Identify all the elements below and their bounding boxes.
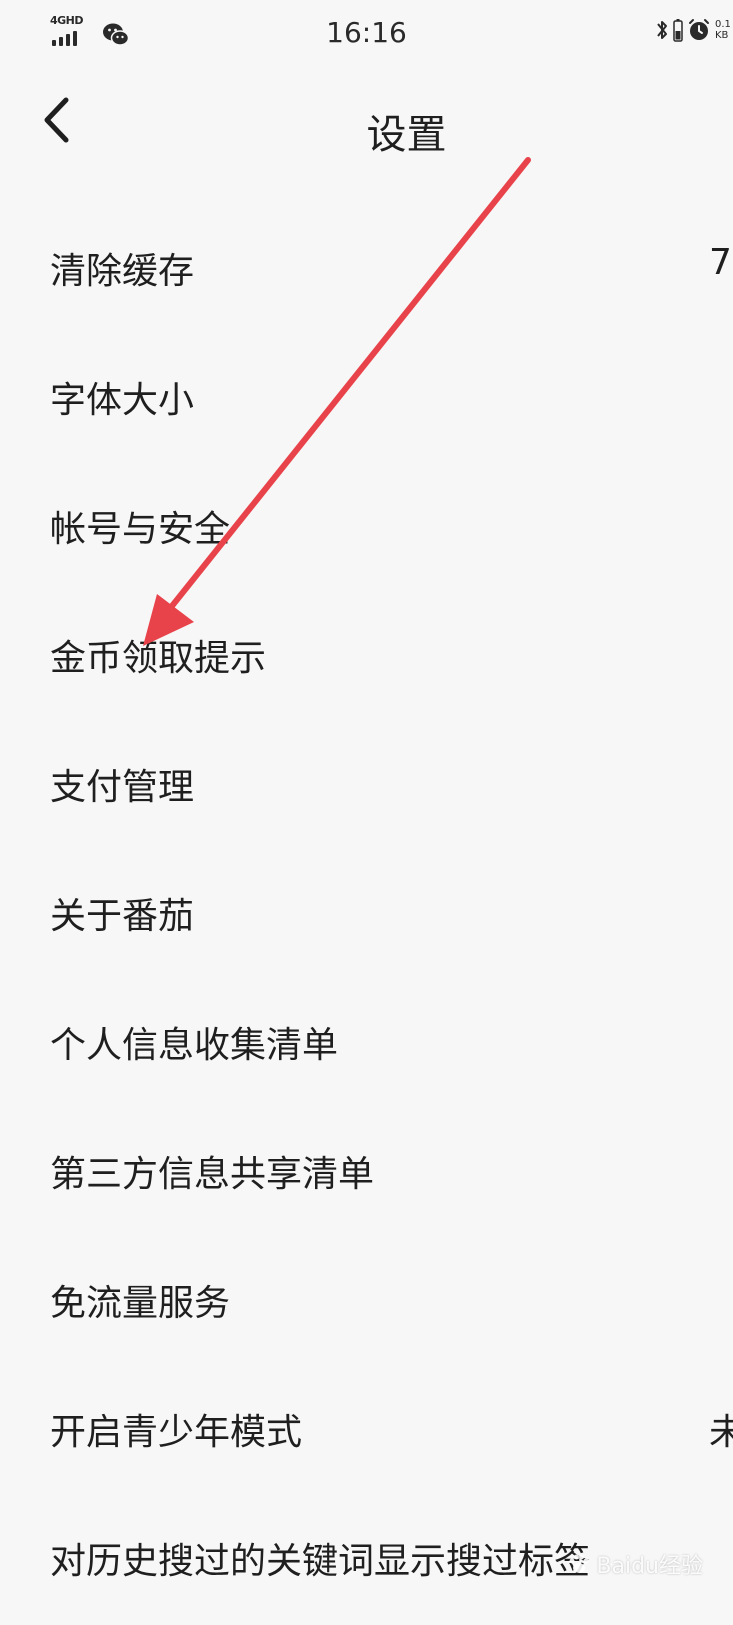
setting-label: 支付管理 [50, 767, 195, 808]
cache-size-value: 7 [709, 242, 732, 283]
speed-value: 0.1 [715, 19, 731, 30]
status-bar: 4GHD 16:16 0.1 KB [0, 0, 733, 70]
settings-list: 清除缓存 7 字体大小 帐号与安全 金币领取提示 支付管理 关于番茄 个人信息收… [0, 206, 733, 1625]
teen-mode-status: 未 [709, 1412, 733, 1453]
setting-third-party-list[interactable]: 第三方信息共享清单 [0, 1109, 733, 1238]
bluetooth-icon [657, 21, 667, 39]
setting-personal-info-list[interactable]: 个人信息收集清单 [0, 980, 733, 1109]
alarm-icon [689, 19, 709, 40]
setting-clear-cache[interactable]: 清除缓存 7 [0, 206, 733, 335]
battery-icon [673, 19, 683, 42]
setting-label: 第三方信息共享清单 [50, 1154, 375, 1195]
clock: 16:16 [326, 16, 407, 49]
network-speed: 0.1 KB [715, 19, 733, 41]
page-title: 设置 [366, 112, 447, 158]
setting-label: 关于番茄 [50, 896, 195, 937]
setting-label: 个人信息收集清单 [50, 1025, 339, 1066]
speed-unit: KB [715, 30, 729, 41]
setting-label: 金币领取提示 [50, 638, 267, 679]
setting-label: 对历史搜过的关键词显示搜过标签 [50, 1541, 591, 1582]
setting-label: 清除缓存 [50, 251, 195, 292]
setting-payment[interactable]: 支付管理 [0, 722, 733, 851]
watermark-text: Baidu经验 [596, 1554, 703, 1579]
setting-label: 帐号与安全 [50, 509, 231, 550]
status-right: 0.1 KB [655, 18, 733, 42]
setting-account-security[interactable]: 帐号与安全 [0, 464, 733, 593]
setting-label: 免流量服务 [50, 1283, 231, 1324]
setting-label: 字体大小 [50, 380, 195, 421]
baidu-paw-icon [569, 1554, 589, 1573]
watermark: Baidu经验 [566, 1548, 703, 1580]
setting-font-size[interactable]: 字体大小 [0, 335, 733, 464]
setting-coin-reminder[interactable]: 金币领取提示 [0, 593, 733, 722]
header: 设置 [0, 80, 733, 170]
setting-teen-mode[interactable]: 开启青少年模式 未 [0, 1367, 733, 1496]
setting-about[interactable]: 关于番茄 [0, 851, 733, 980]
setting-free-data[interactable]: 免流量服务 [0, 1238, 733, 1367]
setting-label: 开启青少年模式 [50, 1412, 303, 1453]
